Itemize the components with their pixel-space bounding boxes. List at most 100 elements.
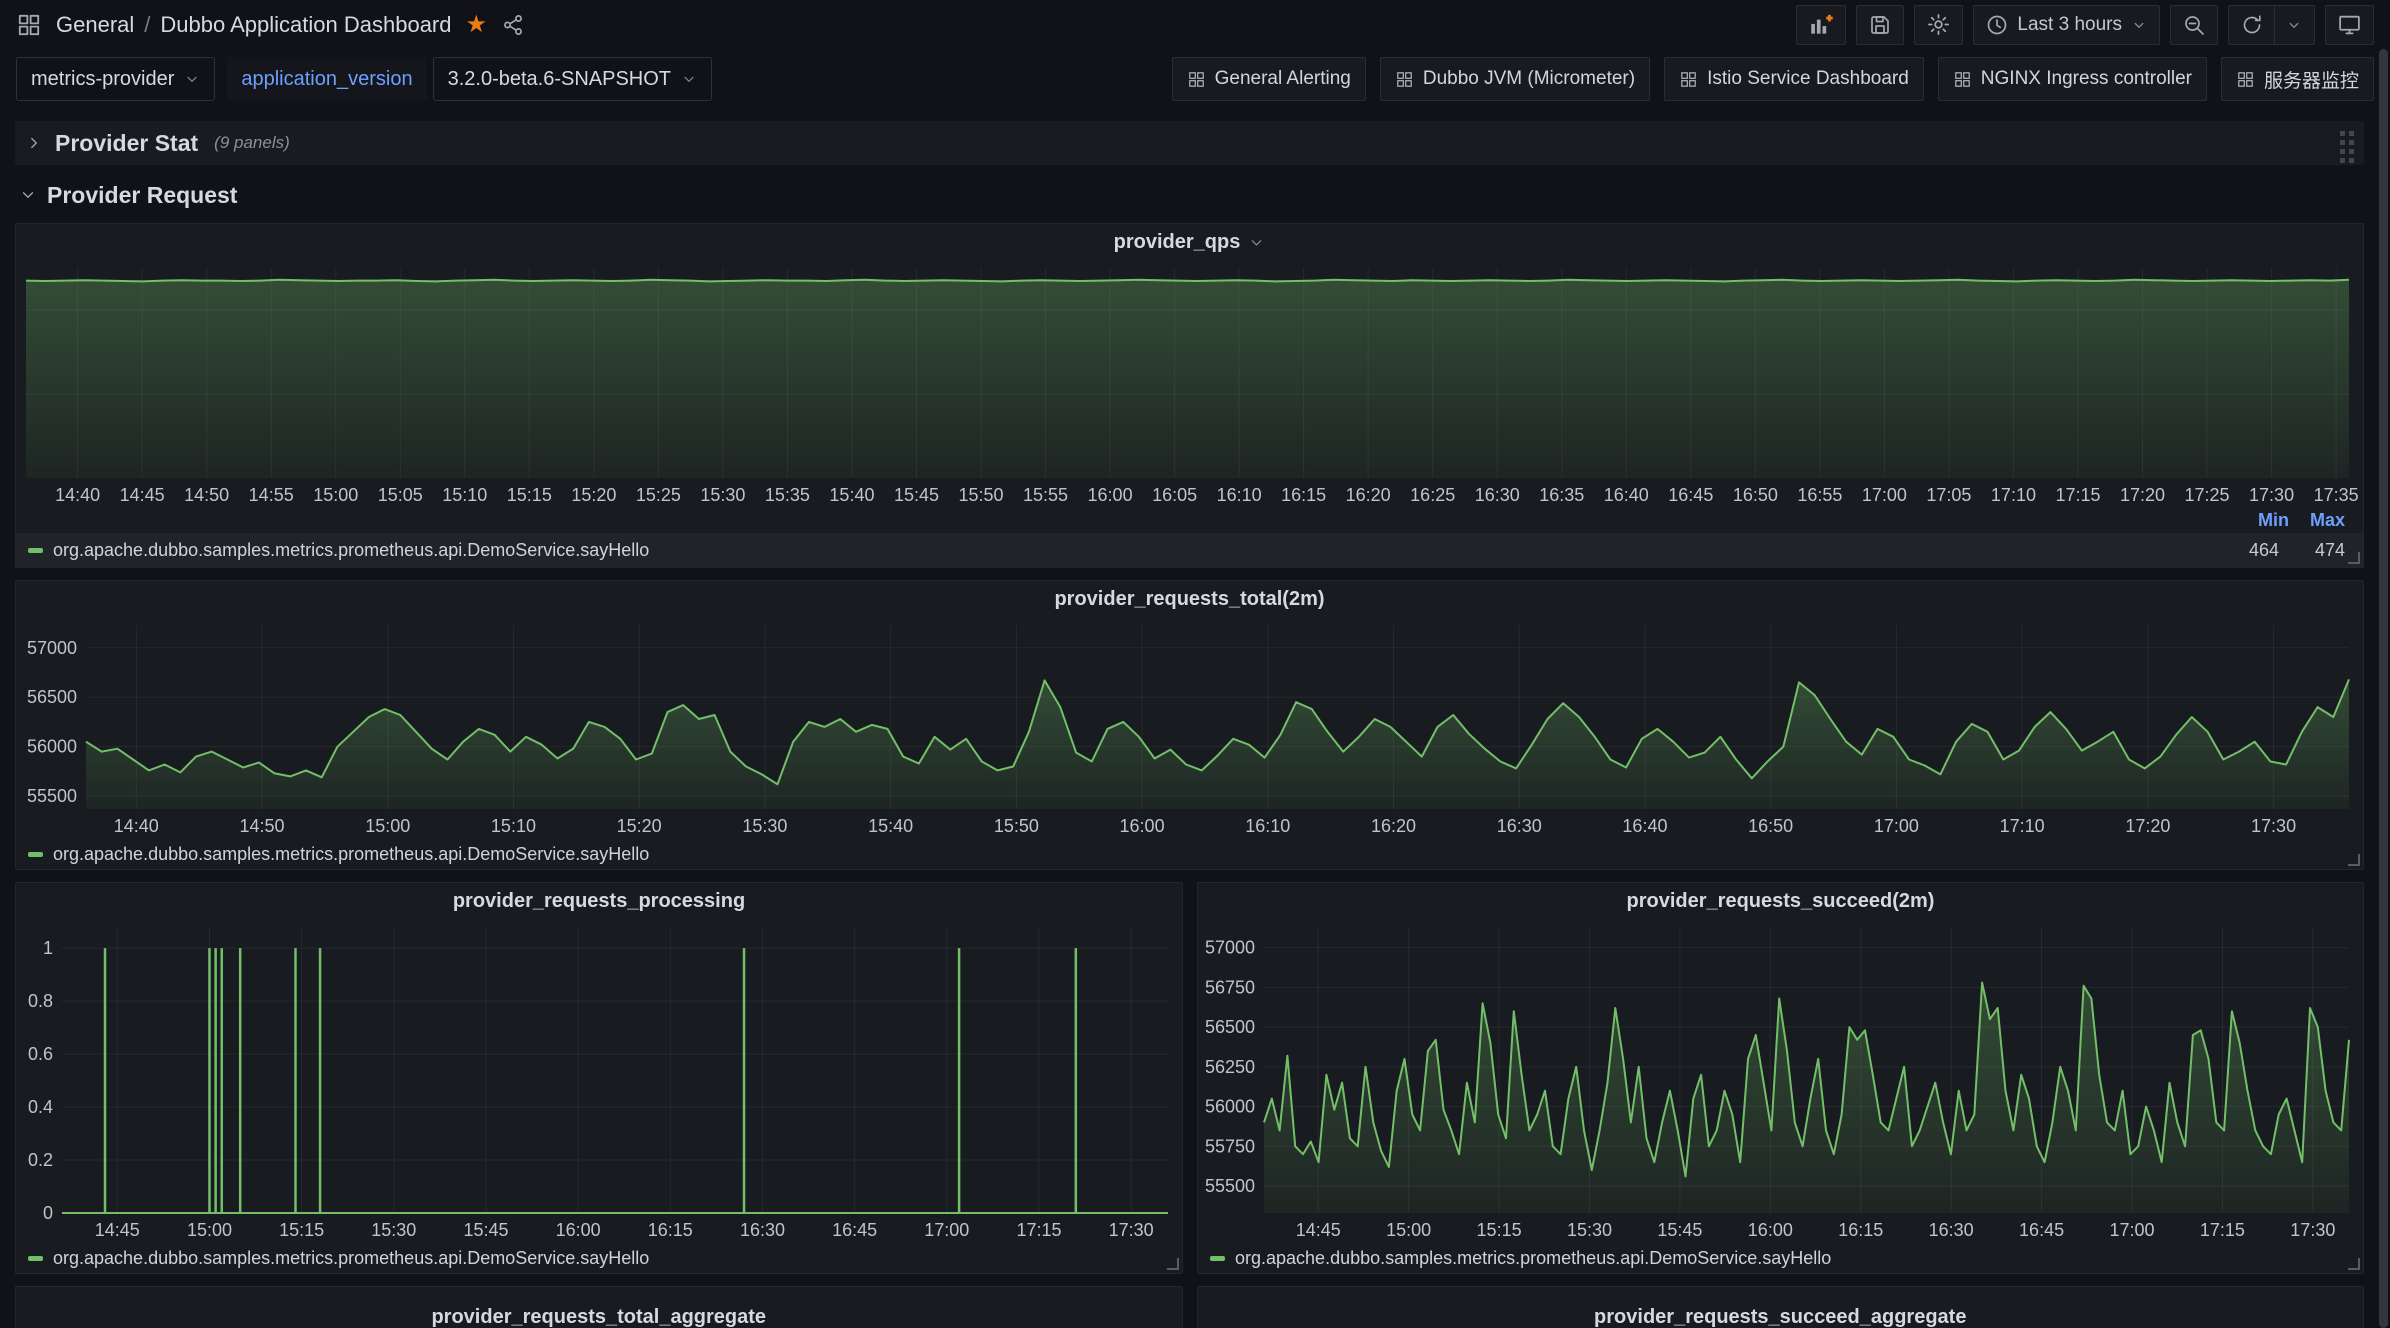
- x-tick-label: 16:15: [648, 1220, 693, 1240]
- x-tick-label: 15:00: [1386, 1220, 1431, 1240]
- x-tick-label: 15:40: [829, 485, 874, 505]
- x-tick-label: 15:30: [1567, 1220, 1612, 1240]
- dashboard-canvas: Provider Stat (9 panels) Provider Reques…: [0, 121, 2390, 1328]
- x-tick-label: 14:55: [249, 485, 294, 505]
- y-tick-label: 1: [43, 938, 53, 958]
- provider-requests-succeed-chart[interactable]: 14:4515:0015:1515:3015:4516:0016:1516:30…: [1198, 919, 2363, 1243]
- y-tick-label: 55750: [1205, 1136, 1255, 1156]
- panel-title[interactable]: provider_requests_succeed(2m): [1627, 890, 1935, 913]
- series-label[interactable]: org.apache.dubbo.samples.metrics.prometh…: [53, 540, 649, 561]
- x-tick-label: 14:50: [239, 816, 284, 836]
- row-provider-stat[interactable]: Provider Stat (9 panels): [15, 121, 2364, 165]
- save-dashboard-button[interactable]: [1856, 5, 1904, 45]
- dashboard-grid-icon: [1395, 70, 1414, 89]
- x-tick-label: 17:15: [1016, 1220, 1061, 1240]
- refresh-icon: [2240, 13, 2264, 37]
- variable-provider-value: metrics-provider: [31, 68, 174, 91]
- kiosk-mode-button[interactable]: [2325, 5, 2374, 45]
- row-drag-handle[interactable]: [2340, 131, 2354, 163]
- dashboard-settings-button[interactable]: [1914, 5, 1963, 45]
- x-tick-label: 16:45: [2019, 1220, 2064, 1240]
- refresh-button-group[interactable]: [2228, 5, 2315, 45]
- x-tick-label: 17:00: [1862, 485, 1907, 505]
- legend-row[interactable]: org.apache.dubbo.samples.metrics.prometh…: [1198, 1243, 2363, 1273]
- x-tick-label: 16:40: [1604, 485, 1649, 505]
- chevron-right-icon: [25, 134, 43, 152]
- dashboard-link-1[interactable]: General Alerting: [1172, 57, 1366, 101]
- breadcrumb: General / Dubbo Application Dashboard: [56, 12, 452, 38]
- legend-max-header[interactable]: Max: [2289, 510, 2345, 531]
- panel-title[interactable]: provider_requests_processing: [453, 890, 745, 913]
- panel-title[interactable]: provider_requests_total(2m): [1054, 588, 1324, 611]
- dashboard-grid-icon: [1679, 70, 1698, 89]
- x-tick-label: 15:20: [571, 485, 616, 505]
- y-tick-label: 55500: [27, 786, 77, 806]
- y-tick-label: 55500: [1205, 1176, 1255, 1196]
- row-title[interactable]: Provider Request: [47, 182, 237, 209]
- sub-nav: metrics-provider application_version 3.2…: [0, 49, 2390, 111]
- x-tick-label: 14:45: [1296, 1220, 1341, 1240]
- provider-requests-processing-chart[interactable]: 14:4515:0015:1515:3015:4516:0016:1516:30…: [16, 919, 1182, 1243]
- panel-title[interactable]: provider_requests_succeed_aggregate: [1594, 1306, 1966, 1328]
- provider-qps-chart[interactable]: 14:4014:4514:5014:5515:0015:0515:1015:15…: [16, 260, 2363, 508]
- zoom-out-time-button[interactable]: [2170, 5, 2218, 45]
- add-panel-button[interactable]: [1796, 5, 1846, 45]
- favorite-star-icon[interactable]: ★: [466, 13, 488, 37]
- variable-provider-dropdown[interactable]: metrics-provider: [16, 57, 215, 101]
- series-min-value: 464: [2223, 540, 2279, 561]
- legend-min-header[interactable]: Min: [2233, 510, 2289, 531]
- y-tick-label: 0.2: [28, 1150, 53, 1170]
- panel-title[interactable]: provider_requests_total_aggregate: [431, 1306, 766, 1328]
- row-panel-count: (9 panels): [214, 133, 290, 153]
- series-label[interactable]: org.apache.dubbo.samples.metrics.prometh…: [1235, 1248, 1831, 1269]
- panel-header[interactable]: provider_requests_total_aggregate: [16, 1295, 1182, 1328]
- x-tick-label: 16:50: [1748, 816, 1793, 836]
- chevron-down-icon: [681, 71, 697, 87]
- x-tick-label: 16:55: [1797, 485, 1842, 505]
- series-label[interactable]: org.apache.dubbo.samples.metrics.prometh…: [53, 844, 649, 865]
- panel-header[interactable]: provider_requests_processing: [16, 883, 1182, 919]
- breadcrumb-page-title[interactable]: Dubbo Application Dashboard: [160, 12, 451, 38]
- x-tick-label: 15:00: [187, 1220, 232, 1240]
- x-tick-label: 16:30: [1475, 485, 1520, 505]
- x-tick-label: 16:10: [1217, 485, 1262, 505]
- breadcrumb-section[interactable]: General: [56, 12, 134, 38]
- dashboard-link-5[interactable]: 服务器监控: [2221, 57, 2374, 101]
- dashboard-link-2[interactable]: Dubbo JVM (Micrometer): [1380, 57, 1650, 101]
- variable-app-version-label: application_version: [227, 57, 426, 101]
- x-tick-label: 15:55: [1023, 485, 1068, 505]
- dashboard-link-4[interactable]: NGINX Ingress controller: [1938, 57, 2207, 101]
- series-color-swatch[interactable]: [1210, 1256, 1225, 1261]
- dashboard-link-3[interactable]: Istio Service Dashboard: [1664, 57, 1924, 101]
- panel-header[interactable]: provider_requests_total(2m): [16, 581, 2363, 617]
- series-color-swatch[interactable]: [28, 548, 43, 553]
- dashboard-grid-icon: [1953, 70, 1972, 89]
- vertical-scrollbar[interactable]: [2379, 49, 2388, 1328]
- row-provider-request[interactable]: Provider Request: [15, 173, 2364, 217]
- row-title[interactable]: Provider Stat: [55, 130, 198, 157]
- panel-menu-caret-icon[interactable]: [1248, 234, 1265, 251]
- panel-title[interactable]: provider_qps: [1114, 231, 1241, 254]
- y-tick-label: 0.6: [28, 1044, 53, 1064]
- y-tick-label: 0: [43, 1203, 53, 1223]
- legend-row[interactable]: org.apache.dubbo.samples.metrics.prometh…: [16, 1243, 1182, 1273]
- time-range-picker[interactable]: Last 3 hours: [1973, 5, 2160, 45]
- x-tick-label: 15:40: [868, 816, 913, 836]
- dashboards-grid-icon[interactable]: [16, 12, 42, 38]
- series-max-value: 474: [2289, 540, 2345, 561]
- panel-header[interactable]: provider_requests_succeed(2m): [1198, 883, 2363, 919]
- series-color-swatch[interactable]: [28, 852, 43, 857]
- panel-provider-requests-succeed-aggregate: provider_requests_succeed_aggregate: [1197, 1286, 2365, 1328]
- x-tick-label: 16:45: [832, 1220, 877, 1240]
- series-label[interactable]: org.apache.dubbo.samples.metrics.prometh…: [53, 1248, 649, 1269]
- variable-app-version-dropdown[interactable]: 3.2.0-beta.6-SNAPSHOT: [433, 57, 712, 101]
- legend-row[interactable]: org.apache.dubbo.samples.metrics.prometh…: [16, 839, 2363, 869]
- series-color-swatch[interactable]: [28, 1256, 43, 1261]
- legend-row[interactable]: org.apache.dubbo.samples.metrics.prometh…: [16, 533, 2363, 567]
- x-tick-label: 15:25: [636, 485, 681, 505]
- panel-header[interactable]: provider_requests_succeed_aggregate: [1198, 1295, 2364, 1328]
- share-icon[interactable]: [501, 13, 525, 37]
- dashboard-link-label: General Alerting: [1215, 68, 1351, 90]
- panel-header[interactable]: provider_qps: [16, 224, 2363, 260]
- provider-requests-total-chart[interactable]: 14:4014:5015:0015:1015:2015:3015:4015:50…: [16, 617, 2363, 839]
